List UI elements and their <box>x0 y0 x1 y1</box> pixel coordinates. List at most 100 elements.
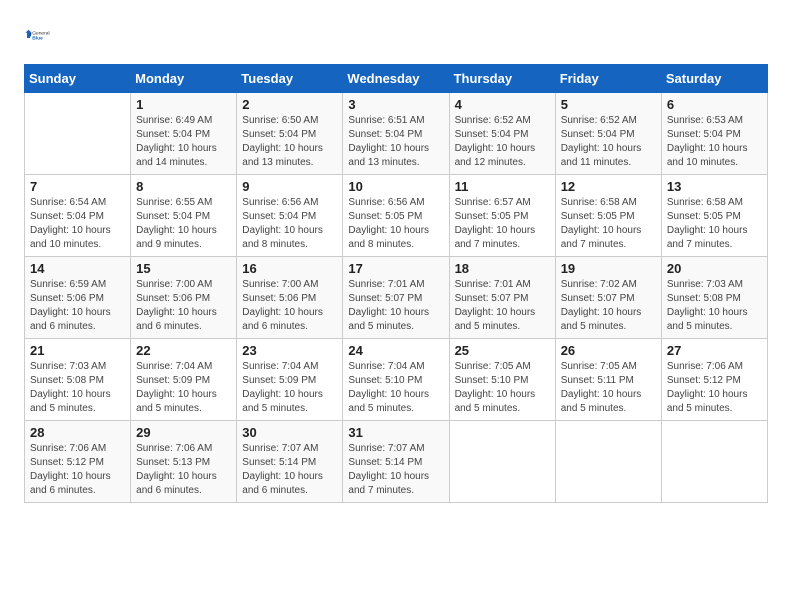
calendar-cell: 1Sunrise: 6:49 AM Sunset: 5:04 PM Daylig… <box>131 93 237 175</box>
day-number: 9 <box>242 179 337 194</box>
day-number: 5 <box>561 97 656 112</box>
day-number: 28 <box>30 425 125 440</box>
week-row-4: 28Sunrise: 7:06 AM Sunset: 5:12 PM Dayli… <box>25 421 768 503</box>
day-detail: Sunrise: 7:03 AM Sunset: 5:08 PM Dayligh… <box>667 278 762 334</box>
day-number: 23 <box>242 343 337 358</box>
calendar-cell: 30 Sunrise: 7:07 AM Sunset: 5:14 PM Dayli… <box>237 421 343 503</box>
week-row-3: 21Sunrise: 7:03 AM Sunset: 5:08 PM Dayli… <box>25 339 768 421</box>
calendar-cell: 9 Sunrise: 6:56 AM Sunset: 5:04 PM Daylig… <box>237 175 343 257</box>
header: General Blue <box>24 20 768 50</box>
day-number: 4 <box>455 97 550 112</box>
page: General Blue SundayMondayTuesdayWednesda… <box>0 0 792 612</box>
calendar-table: SundayMondayTuesdayWednesdayThursdayFrid… <box>24 64 768 503</box>
calendar-cell <box>25 93 131 175</box>
day-number: 15 <box>136 261 231 276</box>
week-row-1: 7 Sunrise: 6:54 AM Sunset: 5:04 PM Daylig… <box>25 175 768 257</box>
weekday-header-row: SundayMondayTuesdayWednesdayThursdayFrid… <box>25 65 768 93</box>
calendar-cell: 6 Sunrise: 6:53 AM Sunset: 5:04 PM Daylig… <box>661 93 767 175</box>
day-detail: Sunrise: 6:59 AM Sunset: 5:06 PM Dayligh… <box>30 278 125 334</box>
day-detail: Sunrise: 6:51 AM Sunset: 5:04 PM Dayligh… <box>348 114 443 170</box>
calendar-cell: 19 Sunrise: 7:02 AM Sunset: 5:07 PM Dayli… <box>555 257 661 339</box>
day-number: 31 <box>348 425 443 440</box>
day-detail: Sunrise: 7:00 AM Sunset: 5:06 PM Dayligh… <box>136 278 231 334</box>
svg-text:General: General <box>32 30 49 36</box>
calendar-cell: 7 Sunrise: 6:54 AM Sunset: 5:04 PM Daylig… <box>25 175 131 257</box>
calendar-cell: 22 Sunrise: 7:04 AM Sunset: 5:09 PM Dayli… <box>131 339 237 421</box>
day-number: 27 <box>667 343 762 358</box>
weekday-header-friday: Friday <box>555 65 661 93</box>
calendar-cell: 26Sunrise: 7:05 AM Sunset: 5:11 PM Dayli… <box>555 339 661 421</box>
day-detail: Sunrise: 6:56 AM Sunset: 5:05 PM Dayligh… <box>348 196 443 252</box>
day-detail: Sunrise: 6:58 AM Sunset: 5:05 PM Dayligh… <box>667 196 762 252</box>
calendar-cell: 13Sunrise: 6:58 AM Sunset: 5:05 PM Dayli… <box>661 175 767 257</box>
day-detail: Sunrise: 7:01 AM Sunset: 5:07 PM Dayligh… <box>455 278 550 334</box>
day-number: 29 <box>136 425 231 440</box>
day-number: 14 <box>30 261 125 276</box>
calendar-cell <box>449 421 555 503</box>
calendar-cell: 18 Sunrise: 7:01 AM Sunset: 5:07 PM Dayli… <box>449 257 555 339</box>
day-number: 22 <box>136 343 231 358</box>
weekday-header-saturday: Saturday <box>661 65 767 93</box>
day-detail: Sunrise: 7:04 AM Sunset: 5:09 PM Dayligh… <box>242 360 337 416</box>
weekday-header-sunday: Sunday <box>25 65 131 93</box>
day-detail: Sunrise: 6:52 AM Sunset: 5:04 PM Dayligh… <box>455 114 550 170</box>
day-number: 11 <box>455 179 550 194</box>
calendar-cell: 23 Sunrise: 7:04 AM Sunset: 5:09 PM Dayli… <box>237 339 343 421</box>
day-detail: Sunrise: 7:01 AM Sunset: 5:07 PM Dayligh… <box>348 278 443 334</box>
calendar-cell: 10Sunrise: 6:56 AM Sunset: 5:05 PM Dayli… <box>343 175 449 257</box>
week-row-2: 14 Sunrise: 6:59 AM Sunset: 5:06 PM Dayli… <box>25 257 768 339</box>
weekday-header-tuesday: Tuesday <box>237 65 343 93</box>
day-number: 19 <box>561 261 656 276</box>
day-number: 12 <box>561 179 656 194</box>
day-detail: Sunrise: 6:50 AM Sunset: 5:04 PM Dayligh… <box>242 114 337 170</box>
calendar-cell: 2 Sunrise: 6:50 AM Sunset: 5:04 PM Daylig… <box>237 93 343 175</box>
day-detail: Sunrise: 7:00 AM Sunset: 5:06 PM Dayligh… <box>242 278 337 334</box>
day-number: 30 <box>242 425 337 440</box>
day-detail: Sunrise: 7:03 AM Sunset: 5:08 PM Dayligh… <box>30 360 125 416</box>
day-number: 16 <box>242 261 337 276</box>
calendar-cell: 25Sunrise: 7:05 AM Sunset: 5:10 PM Dayli… <box>449 339 555 421</box>
calendar-cell: 21Sunrise: 7:03 AM Sunset: 5:08 PM Dayli… <box>25 339 131 421</box>
weekday-header-thursday: Thursday <box>449 65 555 93</box>
calendar-cell: 11 Sunrise: 6:57 AM Sunset: 5:05 PM Dayli… <box>449 175 555 257</box>
day-number: 2 <box>242 97 337 112</box>
calendar-cell: 24Sunrise: 7:04 AM Sunset: 5:10 PM Dayli… <box>343 339 449 421</box>
day-detail: Sunrise: 7:06 AM Sunset: 5:12 PM Dayligh… <box>667 360 762 416</box>
weekday-header-monday: Monday <box>131 65 237 93</box>
day-number: 20 <box>667 261 762 276</box>
weekday-header-wednesday: Wednesday <box>343 65 449 93</box>
day-detail: Sunrise: 7:04 AM Sunset: 5:09 PM Dayligh… <box>136 360 231 416</box>
day-number: 1 <box>136 97 231 112</box>
day-detail: Sunrise: 6:56 AM Sunset: 5:04 PM Dayligh… <box>242 196 337 252</box>
calendar-cell: 20 Sunrise: 7:03 AM Sunset: 5:08 PM Dayli… <box>661 257 767 339</box>
day-detail: Sunrise: 6:55 AM Sunset: 5:04 PM Dayligh… <box>136 196 231 252</box>
calendar-cell: 29 Sunrise: 7:06 AM Sunset: 5:13 PM Dayli… <box>131 421 237 503</box>
calendar-cell: 31Sunrise: 7:07 AM Sunset: 5:14 PM Dayli… <box>343 421 449 503</box>
day-number: 7 <box>30 179 125 194</box>
week-row-0: 1Sunrise: 6:49 AM Sunset: 5:04 PM Daylig… <box>25 93 768 175</box>
day-detail: Sunrise: 6:52 AM Sunset: 5:04 PM Dayligh… <box>561 114 656 170</box>
day-number: 26 <box>561 343 656 358</box>
svg-text:Blue: Blue <box>32 36 43 42</box>
calendar-cell: 12Sunrise: 6:58 AM Sunset: 5:05 PM Dayli… <box>555 175 661 257</box>
day-number: 18 <box>455 261 550 276</box>
day-number: 3 <box>348 97 443 112</box>
calendar-cell: 27 Sunrise: 7:06 AM Sunset: 5:12 PM Dayli… <box>661 339 767 421</box>
day-detail: Sunrise: 6:54 AM Sunset: 5:04 PM Dayligh… <box>30 196 125 252</box>
day-detail: Sunrise: 7:04 AM Sunset: 5:10 PM Dayligh… <box>348 360 443 416</box>
day-detail: Sunrise: 7:07 AM Sunset: 5:14 PM Dayligh… <box>242 442 337 498</box>
day-detail: Sunrise: 7:02 AM Sunset: 5:07 PM Dayligh… <box>561 278 656 334</box>
calendar-cell: 3 Sunrise: 6:51 AM Sunset: 5:04 PM Daylig… <box>343 93 449 175</box>
day-number: 6 <box>667 97 762 112</box>
day-detail: Sunrise: 7:06 AM Sunset: 5:13 PM Dayligh… <box>136 442 231 498</box>
day-detail: Sunrise: 6:53 AM Sunset: 5:04 PM Dayligh… <box>667 114 762 170</box>
calendar-cell: 28Sunrise: 7:06 AM Sunset: 5:12 PM Dayli… <box>25 421 131 503</box>
day-number: 17 <box>348 261 443 276</box>
calendar-cell: 4 Sunrise: 6:52 AM Sunset: 5:04 PM Daylig… <box>449 93 555 175</box>
calendar-cell <box>555 421 661 503</box>
calendar-cell: 15 Sunrise: 7:00 AM Sunset: 5:06 PM Dayli… <box>131 257 237 339</box>
calendar-cell <box>661 421 767 503</box>
calendar-cell: 5 Sunrise: 6:52 AM Sunset: 5:04 PM Daylig… <box>555 93 661 175</box>
day-detail: Sunrise: 6:57 AM Sunset: 5:05 PM Dayligh… <box>455 196 550 252</box>
logo-icon: General Blue <box>24 20 54 50</box>
